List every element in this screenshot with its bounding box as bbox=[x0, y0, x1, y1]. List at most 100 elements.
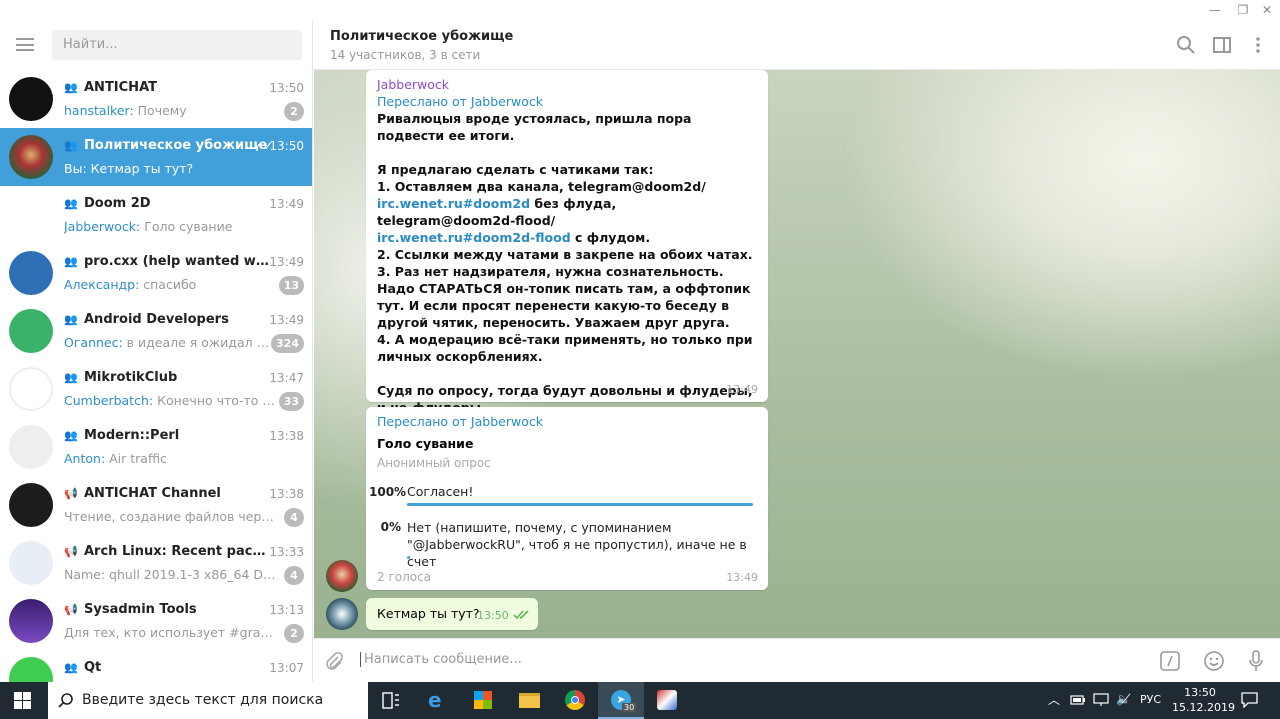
own-avatar[interactable] bbox=[326, 598, 358, 630]
unread-badge: 4 bbox=[284, 508, 304, 527]
chat-time: 13:50 bbox=[269, 81, 304, 95]
forwarded-from[interactable]: Переслано от Jabberwock bbox=[377, 414, 543, 429]
chat-time: 13:33 bbox=[269, 545, 304, 559]
microphone-icon[interactable] bbox=[1247, 650, 1265, 672]
poll-option-percent: 100% bbox=[369, 485, 407, 499]
chat-list-item[interactable]: 👥 MikrotikClub 13:47 Cumberbatch: Конечно ч… bbox=[0, 360, 312, 418]
group-icon: 👥 bbox=[64, 661, 78, 674]
windows-start-icon[interactable] bbox=[14, 692, 31, 709]
outgoing-message[interactable]: Кетмар ты тут? 13:50 bbox=[366, 598, 538, 630]
chat-list-item[interactable]: 👥 Doom 2D 13:49 Jabberwock: Голо сувание bbox=[0, 186, 312, 244]
store-button[interactable] bbox=[460, 682, 506, 719]
explorer-button[interactable] bbox=[506, 682, 552, 719]
windows-taskbar: Введите здесь текст для поиска e ➤ 30 ︿ … bbox=[0, 682, 1280, 719]
volume-muted-icon[interactable]: 🔈̸ bbox=[1116, 692, 1131, 706]
taskbar-clock[interactable]: 13:50 15.12.2019 bbox=[1172, 685, 1235, 715]
chat-title[interactable]: Политическое убожище bbox=[330, 29, 513, 44]
task-view-button[interactable] bbox=[368, 682, 414, 719]
chat-time: 13:07 bbox=[269, 661, 304, 675]
chat-list-item[interactable]: 📢 Sysadmin Tools 13:13 Для тех, кто использ… bbox=[0, 592, 312, 650]
message-composer: Написать сообщение... bbox=[314, 638, 1280, 682]
chat-avatar bbox=[9, 367, 53, 411]
group-icon: 👥 bbox=[64, 197, 78, 210]
group-icon: 👥 bbox=[64, 429, 78, 442]
message-sender[interactable]: Jabberwock bbox=[377, 77, 449, 92]
group-icon: 👥 bbox=[64, 81, 78, 94]
chat-name: 👥pro.cxx (help wanted with nu... bbox=[64, 254, 269, 269]
app-button[interactable] bbox=[644, 682, 690, 719]
chat-list-item[interactable]: 📢 ANTICHAT Channel 13:38 Чтение, создание ф… bbox=[0, 476, 312, 534]
close-button[interactable]: ✕ bbox=[1254, 0, 1280, 20]
chat-preview: Огannес: в идеале я ожидал ответ ... bbox=[64, 335, 276, 350]
chat-time: 13:49 bbox=[269, 313, 304, 327]
chat-time: 13:13 bbox=[269, 603, 304, 617]
chat-avatar bbox=[9, 425, 53, 469]
poll-message[interactable]: Переслано от Jabberwock Голо сувание Ано… bbox=[366, 407, 768, 590]
poll-option-text: Согласен! bbox=[407, 484, 474, 499]
poll-option-percent: 0% bbox=[380, 520, 401, 534]
sender-avatar[interactable] bbox=[326, 560, 358, 592]
chat-list-item[interactable]: 👥 ANTICHAT 13:50 hanstalker: Почему 2 bbox=[0, 70, 312, 128]
chat-list-item[interactable]: 📢Arch Linux: Recent package u...13:33 Nam… bbox=[0, 534, 312, 592]
group-icon: 👥 bbox=[64, 255, 78, 268]
chat-preview: Anton: Air traffic bbox=[64, 451, 167, 466]
telegram-button[interactable]: ➤ 30 bbox=[598, 682, 644, 719]
chat-name: 👥 Modern::Perl bbox=[64, 428, 180, 443]
chrome-button[interactable] bbox=[552, 682, 598, 719]
more-options-icon[interactable] bbox=[1248, 35, 1268, 55]
chat-name: 👥 Qt bbox=[64, 660, 102, 675]
emoji-icon[interactable] bbox=[1203, 650, 1225, 672]
menu-icon[interactable] bbox=[16, 38, 34, 51]
chat-avatar bbox=[9, 657, 53, 682]
chat-name: 📢 ANTICHAT Channel bbox=[64, 486, 221, 501]
chat-avatar bbox=[9, 135, 53, 179]
channel-icon: 📢 bbox=[64, 545, 78, 558]
message-input[interactable]: Написать сообщение... bbox=[360, 652, 1060, 667]
channel-icon: 📢 bbox=[64, 603, 78, 616]
tray-chevron-icon[interactable]: ︿ bbox=[1048, 691, 1060, 708]
poll-option-text: Нет (напишите, почему, с упоминанием "@J… bbox=[407, 520, 747, 569]
message-time: 13:49 bbox=[726, 383, 758, 396]
attach-icon[interactable] bbox=[324, 651, 344, 671]
chat-list-item[interactable]: 👥 Modern::Perl 13:38 Anton: Air traffic bbox=[0, 418, 312, 476]
forwarded-from[interactable]: Переслано от Jabberwock bbox=[377, 94, 543, 109]
chat-avatar bbox=[9, 193, 53, 237]
chat-name: 📢 Sysadmin Tools bbox=[64, 602, 197, 617]
sidebar-toggle-icon[interactable] bbox=[1212, 35, 1232, 55]
poll-question: Голо сувание bbox=[377, 436, 474, 451]
unread-badge: 33 bbox=[278, 392, 304, 411]
poll-type: Анонимный опрос bbox=[377, 456, 491, 470]
taskbar-search[interactable]: Введите здесь текст для поиска bbox=[48, 682, 368, 719]
poll-votes: 2 голоса bbox=[377, 570, 432, 584]
chat-list-item[interactable]: 👥pro.cxx (help wanted with nu...13:49 Але… bbox=[0, 244, 312, 302]
chat-time: 13:50 bbox=[269, 139, 304, 153]
chat-avatar bbox=[9, 599, 53, 643]
battery-icon[interactable] bbox=[1070, 694, 1086, 706]
edge-browser-button[interactable]: e bbox=[414, 682, 460, 719]
chat-members-status: 14 участников, 3 в сети bbox=[330, 48, 481, 62]
chat-list-item[interactable]: 👥 Android Developers 13:49 Огannес: в идеал… bbox=[0, 302, 312, 360]
chat-preview: Чтение, создание файлов через уяз... bbox=[64, 509, 276, 524]
search-icon bbox=[58, 693, 73, 708]
bot-command-icon[interactable] bbox=[1160, 651, 1180, 671]
link[interactable]: irc.wenet.ru#doom2d bbox=[377, 196, 530, 211]
restore-button[interactable]: ❐ bbox=[1230, 0, 1256, 20]
chat-avatar bbox=[9, 251, 53, 295]
chat-avatar bbox=[9, 541, 53, 585]
network-icon[interactable] bbox=[1093, 693, 1109, 707]
chat-avatar bbox=[9, 483, 53, 527]
chat-list-item[interactable]: 👥 Qt 13:07 bbox=[0, 650, 312, 682]
link[interactable]: irc.wenet.ru#doom2d-flood bbox=[377, 230, 571, 245]
language-indicator[interactable]: РУС bbox=[1140, 693, 1161, 706]
chat-name: 👥 Doom 2D bbox=[64, 196, 151, 211]
chat-list-item[interactable]: 👥 Политическое убожище ✓✓ 13:50 Вы: Кетмар т… bbox=[0, 128, 312, 186]
chat-preview: Для тех, кто использует #graphite ст... bbox=[64, 625, 276, 640]
message-bubble[interactable]: Jabberwock Переслано от Jabberwock Ривал… bbox=[366, 70, 768, 415]
chat-preview: hanstalker: Почему bbox=[64, 103, 187, 118]
search-icon[interactable] bbox=[1176, 35, 1196, 55]
chat-list-sidebar: Найти... 👥 ANTICHAT 13:50 hanstalker: Почем… bbox=[0, 20, 313, 682]
notifications-icon[interactable] bbox=[1241, 692, 1258, 708]
minimize-button[interactable]: — bbox=[1202, 0, 1228, 20]
telegram-unread-badge: 30 bbox=[622, 703, 637, 712]
search-input[interactable]: Найти... bbox=[52, 30, 302, 60]
